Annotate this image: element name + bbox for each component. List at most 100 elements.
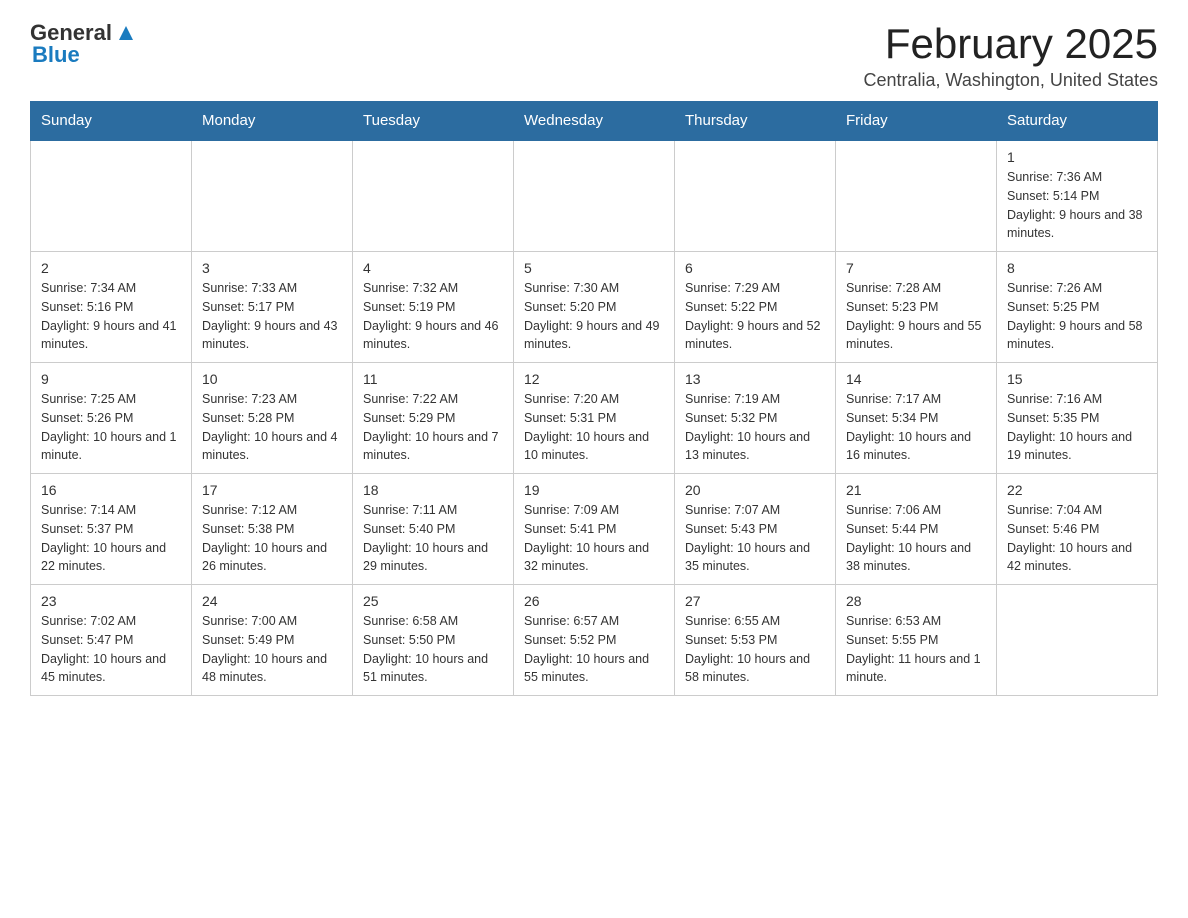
calendar-cell: 27 Sunrise: 6:55 AM Sunset: 5:53 PM Dayli… [675,585,836,696]
day-info: Sunrise: 7:32 AM Sunset: 5:19 PM Dayligh… [363,279,503,354]
day-number: 13 [685,371,825,387]
day-info: Sunrise: 6:53 AM Sunset: 5:55 PM Dayligh… [846,612,986,687]
column-header-sunday: Sunday [31,102,192,141]
day-info: Sunrise: 7:28 AM Sunset: 5:23 PM Dayligh… [846,279,986,354]
day-info: Sunrise: 7:36 AM Sunset: 5:14 PM Dayligh… [1007,168,1147,243]
day-number: 22 [1007,482,1147,498]
day-info: Sunrise: 7:07 AM Sunset: 5:43 PM Dayligh… [685,501,825,576]
calendar-table: SundayMondayTuesdayWednesdayThursdayFrid… [30,101,1158,696]
logo-blue-text: Blue [32,42,80,68]
calendar-week-row: 2 Sunrise: 7:34 AM Sunset: 5:16 PM Daylig… [31,252,1158,363]
calendar-cell [31,140,192,252]
day-number: 17 [202,482,342,498]
calendar-cell: 21Sunrise: 7:06 AM Sunset: 5:44 PM Dayli… [836,474,997,585]
calendar-cell: 17 Sunrise: 7:12 AM Sunset: 5:38 PM Dayli… [192,474,353,585]
day-number: 16 [41,482,181,498]
title-section: February 2025 Centralia, Washington, Uni… [864,20,1159,91]
day-number: 18 [363,482,503,498]
day-info: Sunrise: 6:55 AM Sunset: 5:53 PM Dayligh… [685,612,825,687]
calendar-cell [997,585,1158,696]
calendar-cell: 4 Sunrise: 7:32 AM Sunset: 5:19 PM Daylig… [353,252,514,363]
day-number: 3 [202,260,342,276]
calendar-cell: 24 Sunrise: 7:00 AM Sunset: 5:49 PM Dayli… [192,585,353,696]
day-number: 25 [363,593,503,609]
calendar-cell: 13 Sunrise: 7:19 AM Sunset: 5:32 PM Dayli… [675,363,836,474]
calendar-cell: 14Sunrise: 7:17 AM Sunset: 5:34 PM Dayli… [836,363,997,474]
day-number: 23 [41,593,181,609]
calendar-week-row: 23Sunrise: 7:02 AM Sunset: 5:47 PM Dayli… [31,585,1158,696]
day-number: 8 [1007,260,1147,276]
column-header-saturday: Saturday [997,102,1158,141]
calendar-cell: 16 Sunrise: 7:14 AM Sunset: 5:37 PM Dayli… [31,474,192,585]
calendar-cell: 15Sunrise: 7:16 AM Sunset: 5:35 PM Dayli… [997,363,1158,474]
day-info: Sunrise: 6:57 AM Sunset: 5:52 PM Dayligh… [524,612,664,687]
calendar-cell [192,140,353,252]
calendar-cell: 9 Sunrise: 7:25 AM Sunset: 5:26 PM Daylig… [31,363,192,474]
day-info: Sunrise: 7:33 AM Sunset: 5:17 PM Dayligh… [202,279,342,354]
day-number: 1 [1007,149,1147,165]
day-info: Sunrise: 7:23 AM Sunset: 5:28 PM Dayligh… [202,390,342,465]
day-number: 11 [363,371,503,387]
calendar-cell: 28 Sunrise: 6:53 AM Sunset: 5:55 PM Dayli… [836,585,997,696]
calendar-cell: 3 Sunrise: 7:33 AM Sunset: 5:17 PM Daylig… [192,252,353,363]
day-number: 24 [202,593,342,609]
calendar-cell: 8 Sunrise: 7:26 AM Sunset: 5:25 PM Daylig… [997,252,1158,363]
calendar-cell: 22 Sunrise: 7:04 AM Sunset: 5:46 PM Dayli… [997,474,1158,585]
day-info: Sunrise: 7:22 AM Sunset: 5:29 PM Dayligh… [363,390,503,465]
day-info: Sunrise: 7:09 AM Sunset: 5:41 PM Dayligh… [524,501,664,576]
location-text: Centralia, Washington, United States [864,70,1159,91]
day-number: 6 [685,260,825,276]
calendar-cell [514,140,675,252]
calendar-cell [353,140,514,252]
calendar-cell: 20Sunrise: 7:07 AM Sunset: 5:43 PM Dayli… [675,474,836,585]
day-number: 28 [846,593,986,609]
day-info: Sunrise: 7:25 AM Sunset: 5:26 PM Dayligh… [41,390,181,465]
calendar-cell: 10Sunrise: 7:23 AM Sunset: 5:28 PM Dayli… [192,363,353,474]
day-number: 27 [685,593,825,609]
day-number: 26 [524,593,664,609]
column-header-friday: Friday [836,102,997,141]
day-info: Sunrise: 7:30 AM Sunset: 5:20 PM Dayligh… [524,279,664,354]
calendar-cell [675,140,836,252]
day-info: Sunrise: 7:14 AM Sunset: 5:37 PM Dayligh… [41,501,181,576]
logo: General Blue [30,20,137,68]
calendar-cell: 7 Sunrise: 7:28 AM Sunset: 5:23 PM Daylig… [836,252,997,363]
calendar-cell: 26 Sunrise: 6:57 AM Sunset: 5:52 PM Dayli… [514,585,675,696]
calendar-cell: 11 Sunrise: 7:22 AM Sunset: 5:29 PM Dayli… [353,363,514,474]
calendar-header-row: SundayMondayTuesdayWednesdayThursdayFrid… [31,102,1158,141]
calendar-cell: 5 Sunrise: 7:30 AM Sunset: 5:20 PM Daylig… [514,252,675,363]
calendar-week-row: 16 Sunrise: 7:14 AM Sunset: 5:37 PM Dayli… [31,474,1158,585]
calendar-cell: 12 Sunrise: 7:20 AM Sunset: 5:31 PM Dayli… [514,363,675,474]
logo-triangle-icon [115,22,137,44]
calendar-cell: 6Sunrise: 7:29 AM Sunset: 5:22 PM Daylig… [675,252,836,363]
day-info: Sunrise: 7:26 AM Sunset: 5:25 PM Dayligh… [1007,279,1147,354]
day-number: 12 [524,371,664,387]
calendar-cell: 19Sunrise: 7:09 AM Sunset: 5:41 PM Dayli… [514,474,675,585]
day-info: Sunrise: 7:19 AM Sunset: 5:32 PM Dayligh… [685,390,825,465]
day-number: 9 [41,371,181,387]
day-info: Sunrise: 7:00 AM Sunset: 5:49 PM Dayligh… [202,612,342,687]
month-title: February 2025 [864,20,1159,68]
calendar-week-row: 1 Sunrise: 7:36 AM Sunset: 5:14 PM Daylig… [31,140,1158,252]
calendar-cell: 18 Sunrise: 7:11 AM Sunset: 5:40 PM Dayli… [353,474,514,585]
day-number: 5 [524,260,664,276]
calendar-cell: 2 Sunrise: 7:34 AM Sunset: 5:16 PM Daylig… [31,252,192,363]
day-number: 2 [41,260,181,276]
day-number: 21 [846,482,986,498]
day-info: Sunrise: 6:58 AM Sunset: 5:50 PM Dayligh… [363,612,503,687]
column-header-wednesday: Wednesday [514,102,675,141]
calendar-week-row: 9 Sunrise: 7:25 AM Sunset: 5:26 PM Daylig… [31,363,1158,474]
day-info: Sunrise: 7:20 AM Sunset: 5:31 PM Dayligh… [524,390,664,465]
day-info: Sunrise: 7:11 AM Sunset: 5:40 PM Dayligh… [363,501,503,576]
calendar-cell [836,140,997,252]
page-header: General Blue February 2025 Centralia, Wa… [30,20,1158,91]
column-header-thursday: Thursday [675,102,836,141]
calendar-cell: 23Sunrise: 7:02 AM Sunset: 5:47 PM Dayli… [31,585,192,696]
day-number: 7 [846,260,986,276]
day-info: Sunrise: 7:12 AM Sunset: 5:38 PM Dayligh… [202,501,342,576]
day-info: Sunrise: 7:04 AM Sunset: 5:46 PM Dayligh… [1007,501,1147,576]
day-info: Sunrise: 7:17 AM Sunset: 5:34 PM Dayligh… [846,390,986,465]
day-number: 4 [363,260,503,276]
day-info: Sunrise: 7:16 AM Sunset: 5:35 PM Dayligh… [1007,390,1147,465]
day-info: Sunrise: 7:34 AM Sunset: 5:16 PM Dayligh… [41,279,181,354]
